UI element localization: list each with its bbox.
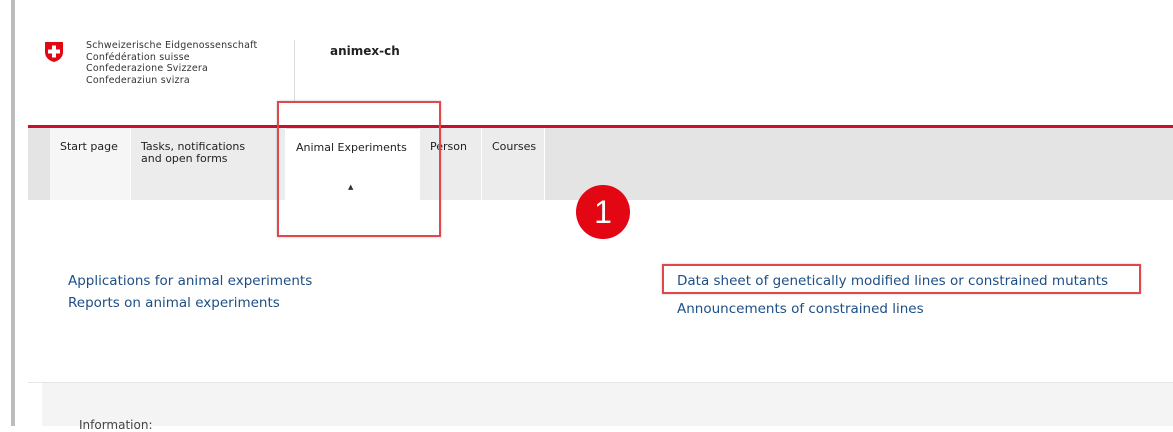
tab-label: Courses bbox=[492, 140, 537, 153]
information-label: Information: bbox=[79, 418, 153, 432]
confed-name-fr: Confédération suisse bbox=[86, 51, 190, 63]
tab-label: Start page bbox=[60, 140, 118, 153]
header-divider bbox=[294, 40, 295, 102]
highlight-box-tab bbox=[277, 101, 441, 237]
left-border-stripe bbox=[11, 0, 15, 426]
tab-tasks-notifications[interactable]: Tasks, notifications and open forms bbox=[131, 128, 286, 200]
step-number-badge: 1 bbox=[576, 185, 630, 239]
confed-name-rm: Confederaziun svizra bbox=[86, 74, 190, 86]
confed-name-it: Confederazione Svizzera bbox=[86, 63, 209, 74]
left-border bbox=[0, 0, 15, 426]
tab-label-line2: and open forms bbox=[141, 152, 228, 165]
confederation-names: Schweizerische Eidgenossenschaft Confédé… bbox=[86, 40, 257, 86]
confed-name-de: Schweizerische Eidgenossenschaft bbox=[86, 40, 258, 51]
swiss-coat-of-arms-icon bbox=[45, 42, 63, 62]
highlight-box-link bbox=[662, 264, 1141, 294]
tab-courses[interactable]: Courses bbox=[482, 128, 545, 200]
link-reports-animal-experiments[interactable]: Reports on animal experiments bbox=[68, 295, 280, 311]
information-panel bbox=[42, 383, 1173, 426]
link-applications-animal-experiments[interactable]: Applications for animal experiments bbox=[68, 273, 312, 289]
link-announcements-constrained-lines[interactable]: Announcements of constrained lines bbox=[677, 301, 924, 317]
tab-start-page[interactable]: Start page bbox=[50, 128, 131, 200]
app-name[interactable]: animex-ch bbox=[330, 44, 400, 58]
